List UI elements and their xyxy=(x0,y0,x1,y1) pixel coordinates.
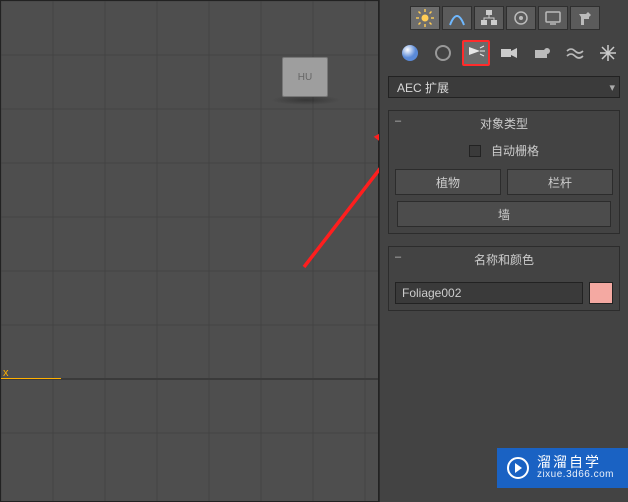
display-tab[interactable] xyxy=(538,6,568,30)
watermark-cn: 溜溜自学 xyxy=(537,455,614,470)
auto-grid-label: 自动栅格 xyxy=(491,142,539,159)
geometry-sub[interactable] xyxy=(396,40,424,66)
object-type-title: 对象类型 xyxy=(389,111,619,140)
object-name-input[interactable] xyxy=(395,282,583,304)
lights-icon xyxy=(466,43,486,63)
motion-tab[interactable] xyxy=(506,6,536,30)
shapes-icon xyxy=(433,43,453,63)
utilities-tab[interactable] xyxy=(570,6,600,30)
rollout-toggle[interactable]: – xyxy=(395,115,401,127)
auto-grid-checkbox[interactable] xyxy=(469,145,481,157)
hierarchy-icon xyxy=(480,9,498,27)
category-dropdown[interactable]: AEC 扩展 ▾ xyxy=(388,76,620,98)
display-icon xyxy=(544,9,562,27)
watermark: 溜溜自学 zixue.3d66.com xyxy=(497,448,628,488)
command-panel: AEC 扩展 ▾ – 对象类型 自动栅格 植物 栏杆 墙 – 名称和颜色 xyxy=(379,0,628,502)
object-type-rollout: – 对象类型 自动栅格 植物 栏杆 墙 xyxy=(388,110,620,234)
category-tab-row xyxy=(380,34,628,76)
cameras-sub[interactable] xyxy=(495,40,523,66)
camera-icon xyxy=(499,43,519,63)
wall-button[interactable]: 墙 xyxy=(397,201,611,227)
wave-icon xyxy=(565,43,585,63)
helpers-sub[interactable] xyxy=(528,40,556,66)
watermark-url: zixue.3d66.com xyxy=(537,470,614,481)
modify-tab[interactable] xyxy=(442,6,472,30)
star-icon xyxy=(598,43,618,63)
rollout-toggle[interactable]: – xyxy=(395,251,401,263)
name-color-title: 名称和颜色 xyxy=(389,247,619,276)
lights-sub[interactable] xyxy=(462,40,490,66)
hammer-icon xyxy=(576,9,594,27)
axis-x-line xyxy=(1,378,61,379)
sun-icon xyxy=(416,9,434,27)
name-color-rollout: – 名称和颜色 xyxy=(388,246,620,311)
viewport[interactable]: HU x xyxy=(0,0,379,502)
main-tab-row xyxy=(380,2,628,34)
helper-icon xyxy=(532,43,552,63)
motion-icon xyxy=(512,9,530,27)
color-swatch[interactable] xyxy=(589,282,613,304)
play-icon xyxy=(507,457,529,479)
chevron-down-icon: ▾ xyxy=(609,81,615,94)
spacewarp-sub[interactable] xyxy=(561,40,589,66)
railing-button[interactable]: 栏杆 xyxy=(507,169,613,195)
foliage-button[interactable]: 植物 xyxy=(395,169,501,195)
create-tab[interactable] xyxy=(410,6,440,30)
hierarchy-tab[interactable] xyxy=(474,6,504,30)
viewcube[interactable]: HU xyxy=(282,57,328,97)
sphere-icon xyxy=(400,43,420,63)
dropdown-value: AEC 扩展 xyxy=(397,79,449,96)
shapes-sub[interactable] xyxy=(429,40,457,66)
systems-sub[interactable] xyxy=(594,40,622,66)
modify-icon xyxy=(448,9,466,27)
